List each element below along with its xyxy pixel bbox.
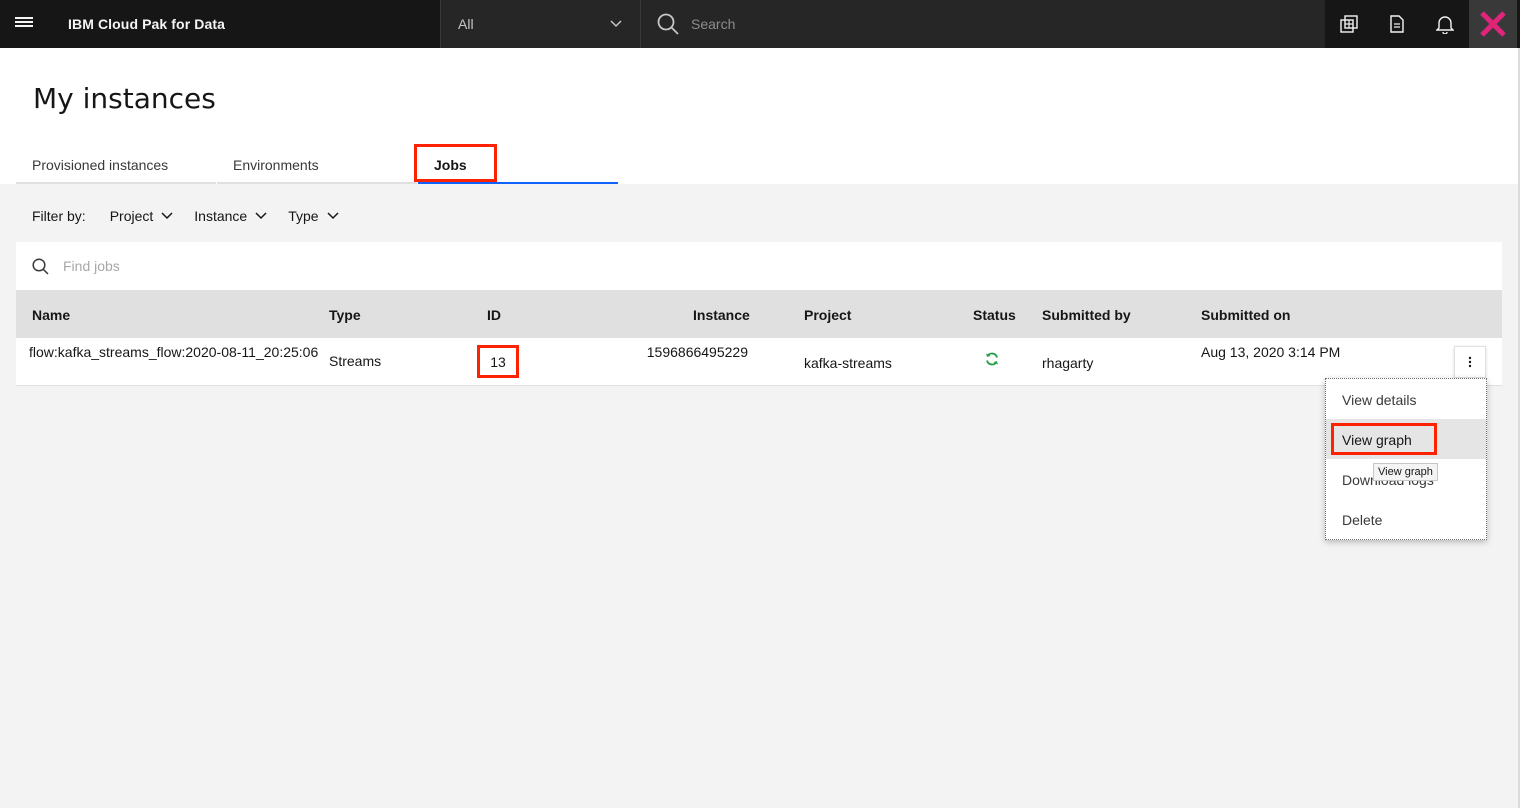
menu-item-view-graph[interactable]: View graph	[1326, 419, 1486, 459]
job-project: kafka-streams	[804, 355, 892, 371]
filter-instance-label: Instance	[194, 208, 248, 224]
job-submitted-on: Aug 13, 2020 3:14 PM	[1201, 344, 1341, 360]
scope-dropdown[interactable]: All	[440, 0, 640, 48]
tab-jobs[interactable]: Jobs	[418, 144, 618, 184]
column-header-status[interactable]: Status	[973, 307, 1016, 323]
document-icon[interactable]	[1373, 0, 1421, 48]
menu-icon[interactable]	[0, 0, 48, 48]
table-row[interactable]: flow:kafka_streams_flow:2020-08-11_20:25…	[16, 338, 1502, 386]
job-name[interactable]: flow:kafka_streams_flow:2020-08-11_20:25…	[29, 344, 319, 361]
global-search	[640, 0, 1325, 48]
menu-item-delete[interactable]: Delete	[1326, 499, 1486, 539]
job-id: 13	[490, 353, 506, 370]
overflow-menu: View details View graph Download logs De…	[1325, 378, 1487, 540]
scope-value: All	[458, 16, 474, 32]
find-jobs-bar	[16, 242, 1502, 290]
close-icon	[1480, 11, 1506, 37]
column-header-submitted-on[interactable]: Submitted on	[1201, 307, 1290, 323]
filter-type-label: Type	[288, 208, 319, 224]
running-icon	[985, 352, 999, 369]
job-id-highlight: 13	[477, 345, 519, 378]
chevron-down-icon	[327, 212, 339, 220]
catalog-icon[interactable]	[1325, 0, 1373, 48]
column-header-submitted-by[interactable]: Submitted by	[1042, 307, 1131, 323]
filter-label: Filter by:	[32, 208, 86, 224]
job-submitted-by: rhagarty	[1042, 355, 1094, 371]
overflow-menu-icon	[1468, 356, 1472, 368]
search-icon	[32, 257, 49, 275]
column-header-type[interactable]: Type	[329, 307, 361, 323]
search-icon	[657, 13, 679, 35]
page-header: My instances Provisioned instances Envir…	[0, 48, 1520, 184]
menu-item-view-details[interactable]: View details	[1326, 379, 1486, 419]
filter-instance-dropdown[interactable]: Instance	[194, 208, 267, 224]
column-header-id[interactable]: ID	[487, 307, 501, 323]
job-instance: 1596866495229	[646, 344, 748, 360]
avatar[interactable]	[1469, 0, 1517, 48]
tab-provisioned-instances[interactable]: Provisioned instances	[16, 144, 216, 184]
chevron-down-icon	[610, 20, 622, 28]
overflow-menu-button[interactable]	[1454, 346, 1486, 378]
job-type: Streams	[329, 353, 382, 369]
page-title: My instances	[33, 82, 216, 115]
notification-icon[interactable]	[1421, 0, 1469, 48]
top-header: IBM Cloud Pak for Data All	[0, 0, 1520, 48]
chevron-down-icon	[255, 212, 267, 220]
column-header-name[interactable]: Name	[32, 307, 70, 323]
table-header: Name Type ID Instance Project Status Sub…	[16, 290, 1502, 338]
column-header-project[interactable]: Project	[804, 307, 851, 323]
app-title[interactable]: IBM Cloud Pak for Data	[68, 16, 440, 32]
filter-bar: Filter by: Project Instance Type	[32, 208, 360, 224]
jobs-table: Name Type ID Instance Project Status Sub…	[16, 290, 1502, 386]
find-jobs-input[interactable]	[63, 258, 1363, 274]
filter-project-label: Project	[109, 208, 154, 224]
search-input[interactable]	[691, 16, 1291, 32]
filter-project-dropdown[interactable]: Project	[110, 208, 174, 224]
tab-environments[interactable]: Environments	[217, 144, 417, 184]
tab-list: Provisioned instances Environments Jobs	[16, 144, 619, 184]
column-header-instance[interactable]: Instance	[693, 307, 750, 323]
chevron-down-icon	[161, 212, 173, 220]
tooltip: View graph	[1373, 463, 1438, 481]
filter-type-dropdown[interactable]: Type	[288, 208, 339, 224]
